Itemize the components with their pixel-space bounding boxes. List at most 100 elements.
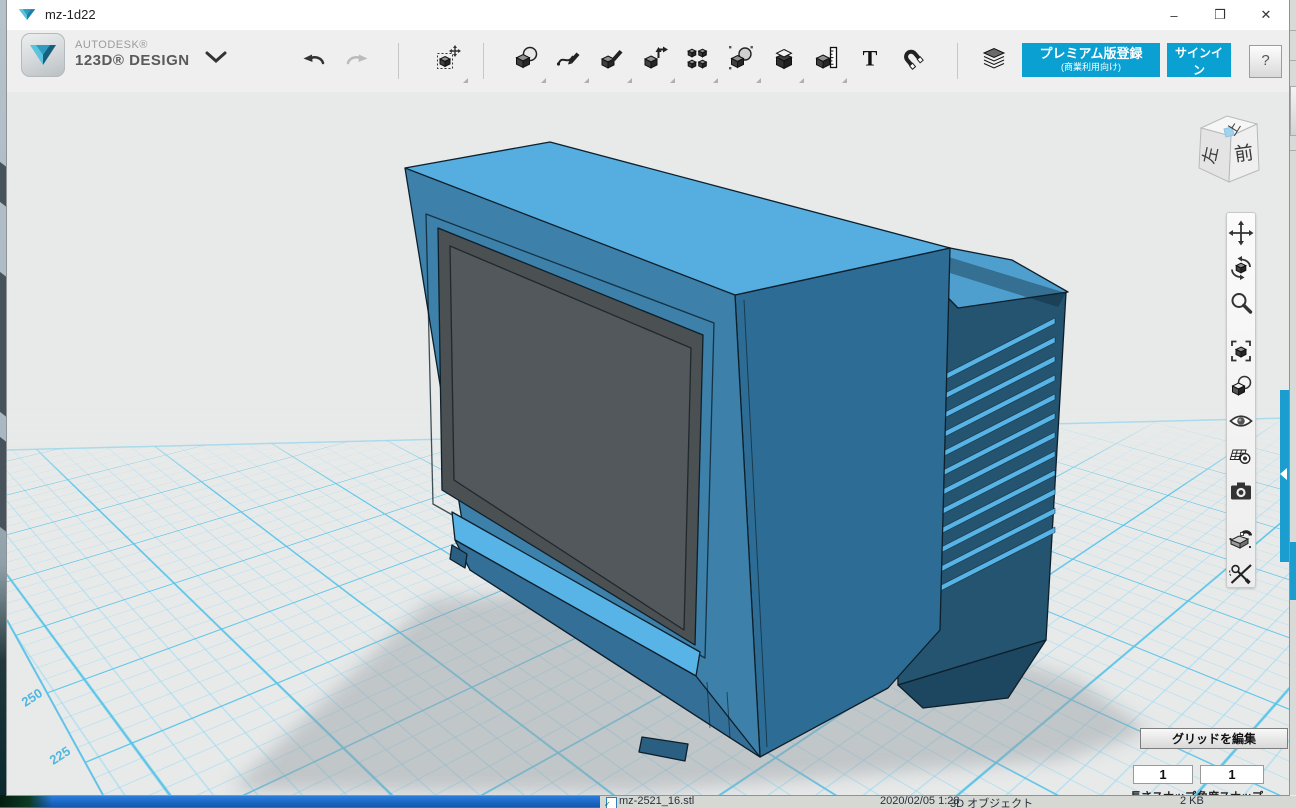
divider [1290,150,1296,151]
layers-icon [981,45,1007,71]
app-logo-icon [21,33,65,77]
length-snap-input[interactable] [1133,765,1193,784]
toolbar-separator [398,43,399,79]
pan-icon [1228,220,1254,246]
orbit-icon [1228,255,1254,281]
sketch-icon [556,45,582,71]
brand-autodesk: AUTODESK® [75,39,190,52]
tool-modify-button[interactable] [642,45,668,71]
background-window-right-sliver [1289,0,1296,795]
panel-expand-handle[interactable] [1280,390,1289,562]
view-tool-screenshot-button[interactable] [1228,478,1254,504]
help-button[interactable]: ? [1249,45,1282,78]
close-button[interactable]: ✕ [1243,0,1289,30]
text-icon: T [857,45,883,71]
view-tool-visibility-button[interactable] [1228,408,1254,434]
construct-icon [599,45,625,71]
viewcube-front-label: 前 [1233,142,1255,166]
main-toolbar: AUTODESK® 123D® DESIGN T プレミアム版登録 (商業利用向… [7,30,1289,93]
view-tool-pan-button[interactable] [1228,220,1254,246]
view-tool-grid-visibility-button[interactable] [1228,443,1254,469]
viewcube[interactable]: 上 左 前 [1193,108,1265,196]
primitives-icon [513,45,539,71]
file-explorer-row: mz-2521_16.stl 2020/02/05 1:28 3D オブジェクト… [600,795,1296,808]
undo-icon [301,46,327,72]
signin-button[interactable]: サインイン [1167,43,1231,77]
tool-undo-button[interactable] [301,46,327,72]
viewport-3d[interactable]: 250 225 [7,92,1289,795]
view-tool-ruler-disable-button[interactable] [1228,561,1254,587]
tool-combine-button[interactable] [728,45,754,71]
screenshot-icon [1228,478,1254,504]
screen: { "window": { "title": "mz-1d22", "contr… [0,0,1296,807]
ruler-off-icon [1228,561,1254,587]
tool-snap-button[interactable] [900,45,926,71]
pattern-icon [685,45,711,71]
tool-redo-button[interactable] [344,46,370,72]
file-date: 2020/02/05 1:28 [880,795,960,807]
monitor-rear-hood-shade [893,240,1066,307]
material-icon [771,45,797,71]
window-title: mz-1d22 [45,7,96,22]
toolbar-separator [957,43,958,79]
tool-layers-button[interactable] [981,45,1007,71]
file-type: 3D オブジェクト [950,795,1033,808]
transform-icon [435,45,461,71]
app-logo-icon [17,7,37,23]
length-snap-label: 長さスナップ [1128,788,1198,795]
tool-pattern-button[interactable] [685,45,711,71]
view-tool-shaded-view-button[interactable] [1228,373,1254,399]
combine-icon [728,45,754,71]
divider [1290,30,1296,31]
tool-measure-button[interactable] [814,45,840,71]
app-window: mz-1d22 – ❒ ✕ AUTODESK® 123D® DESIGN T [7,0,1289,795]
background-shape [0,795,52,807]
view-tool-snap-settings-button[interactable] [1228,526,1254,552]
background-shape [0,435,7,536]
grid-edit-button[interactable]: グリッドを編集 [1140,728,1288,749]
divider [1290,60,1296,61]
background-window-left-sliver [0,0,7,807]
redo-icon [344,46,370,72]
grid-visibility-icon [1228,443,1254,469]
file-size: 2 KB [1180,795,1204,807]
background-bottom-strip: mz-2521_16.stl 2020/02/05 1:28 3D オブジェクト… [0,795,1296,807]
svg-text:T: T [863,46,878,71]
brand-text: AUTODESK® 123D® DESIGN [75,39,190,69]
stl-file-icon [606,797,617,808]
background-shape [0,270,7,421]
premium-label: プレミアム版登録 [1028,47,1154,62]
view-tool-zoom-button[interactable] [1228,290,1254,316]
menu-chevron-icon[interactable] [205,50,227,64]
view-tool-fit-view-button[interactable] [1228,338,1254,364]
monitor-top-trim-line [416,184,724,306]
monitor-top-trim-line [411,174,729,299]
titlebar[interactable]: mz-1d22 – ❒ ✕ [7,0,1289,31]
tool-construct-button[interactable] [599,45,625,71]
zoom-icon [1228,290,1254,316]
minimize-button[interactable]: – [1151,0,1197,30]
tool-text-button[interactable]: T [857,45,883,71]
tool-material-button[interactable] [771,45,797,71]
tool-transform-button[interactable] [435,45,461,71]
maximize-button[interactable]: ❒ [1197,0,1243,30]
grid-axis-label-225: 225 [47,743,73,767]
app-menu-button[interactable] [21,33,65,77]
background-accent [1290,542,1296,600]
toolbar-separator [483,43,484,79]
fit-icon [1228,338,1254,364]
snap-icon [900,45,926,71]
monitor-rear-hood-top [888,236,1068,308]
tool-sketch-button[interactable] [556,45,582,71]
snap-box-icon [1228,526,1254,552]
background-button-sliver [1290,86,1296,136]
angle-snap-input[interactable] [1200,765,1264,784]
premium-register-button[interactable]: プレミアム版登録 (商業利用向け) [1022,43,1160,77]
view-tool-orbit-button[interactable] [1228,255,1254,281]
file-name: mz-2521_16.stl [619,795,694,807]
shade-icon [1228,373,1254,399]
grid-axis-label-250: 250 [19,685,45,709]
tool-primitives-button[interactable] [513,45,539,71]
angle-snap-label: 角度スナップ [1195,788,1265,795]
measure-icon [814,45,840,71]
